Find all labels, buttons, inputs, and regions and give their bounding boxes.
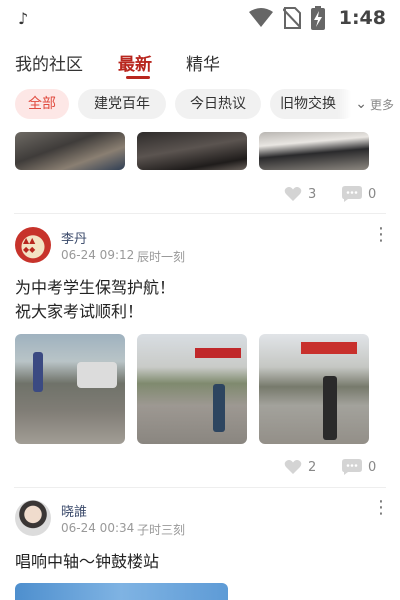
photo-banner: [195, 348, 241, 358]
system-icons: 1:48: [248, 6, 386, 30]
active-tab-indicator: [126, 76, 150, 79]
heart-icon: [284, 460, 302, 474]
more-label: 更多: [369, 97, 394, 112]
post-shichen: 辰时一刻: [137, 250, 186, 264]
avatar[interactable]: ▲▲ ◆◆: [15, 227, 51, 263]
chip-party-centenary[interactable]: 建党百年: [78, 89, 166, 119]
chip-all[interactable]: 全部: [15, 89, 69, 119]
feed-tabs: 我的社区 最新 精华: [0, 46, 400, 80]
photo-figure: [33, 352, 43, 392]
chip-hot-today[interactable]: 今日热议: [175, 89, 261, 119]
comment-count: 0: [368, 186, 377, 202]
post-date: 06-24 00:34: [61, 521, 135, 535]
tab-featured[interactable]: 精华: [186, 50, 220, 75]
clock: 1:48: [338, 7, 386, 29]
avatar-logo: ▲▲ ◆◆: [23, 236, 36, 254]
battery-charging-icon: [310, 6, 325, 30]
photo-car: [77, 362, 117, 388]
more-topics-button[interactable]: ⌄ 更多: [338, 89, 400, 119]
post-photo[interactable]: [259, 334, 369, 444]
post-text: 为中考学生保驾护航！ 祝大家考试顺利！: [15, 276, 175, 324]
tiktok-icon: ♪: [18, 9, 29, 28]
chevron-down-icon: ⌄: [355, 96, 367, 112]
post-author[interactable]: 李丹: [61, 228, 87, 247]
like-button[interactable]: 2: [284, 459, 316, 475]
comment-button[interactable]: 0: [342, 186, 376, 202]
post-date: 06-24 09:12: [61, 248, 135, 262]
comment-icon: [342, 186, 362, 202]
topic-chips: 全部 建党百年 今日热议 旧物交换 ⌄ 更多: [0, 89, 400, 121]
like-button[interactable]: 3: [284, 186, 316, 202]
post-text-line: 祝大家考试顺利！: [15, 302, 144, 321]
no-sim-icon: [282, 7, 301, 29]
tab-my-community[interactable]: 我的社区: [15, 50, 83, 75]
post-text: 唱响中轴～钟鼓楼站: [15, 550, 159, 574]
post-text-line: 为中考学生保驾护航！: [15, 278, 176, 297]
post-photo[interactable]: [137, 334, 247, 444]
like-count: 2: [308, 459, 317, 475]
status-bar: ♪ 1:48: [0, 0, 400, 36]
comment-button[interactable]: 0: [342, 459, 376, 475]
post-photo[interactable]: [15, 583, 228, 600]
post-photo[interactable]: [15, 334, 125, 444]
post-photo[interactable]: [15, 132, 125, 170]
post-author[interactable]: 晓誰: [61, 501, 87, 520]
photo-figure: [213, 384, 225, 432]
post-photo[interactable]: [259, 132, 369, 170]
post-text-line: 唱响中轴～钟鼓楼站: [15, 552, 160, 571]
divider: [14, 487, 386, 488]
heart-icon: [284, 187, 302, 201]
more-options-icon[interactable]: ⋮: [372, 226, 390, 244]
post-photo[interactable]: [137, 132, 247, 170]
like-count: 3: [308, 186, 317, 202]
tab-latest[interactable]: 最新: [118, 50, 152, 75]
wifi-icon: [248, 8, 273, 28]
post-shichen: 子时三刻: [137, 523, 186, 537]
more-options-icon[interactable]: ⋮: [372, 499, 390, 517]
avatar[interactable]: [15, 500, 51, 536]
photo-banner: [301, 342, 357, 354]
photo-figure: [323, 376, 337, 440]
divider: [14, 213, 386, 214]
comment-count: 0: [368, 459, 377, 475]
comment-icon: [342, 459, 362, 475]
